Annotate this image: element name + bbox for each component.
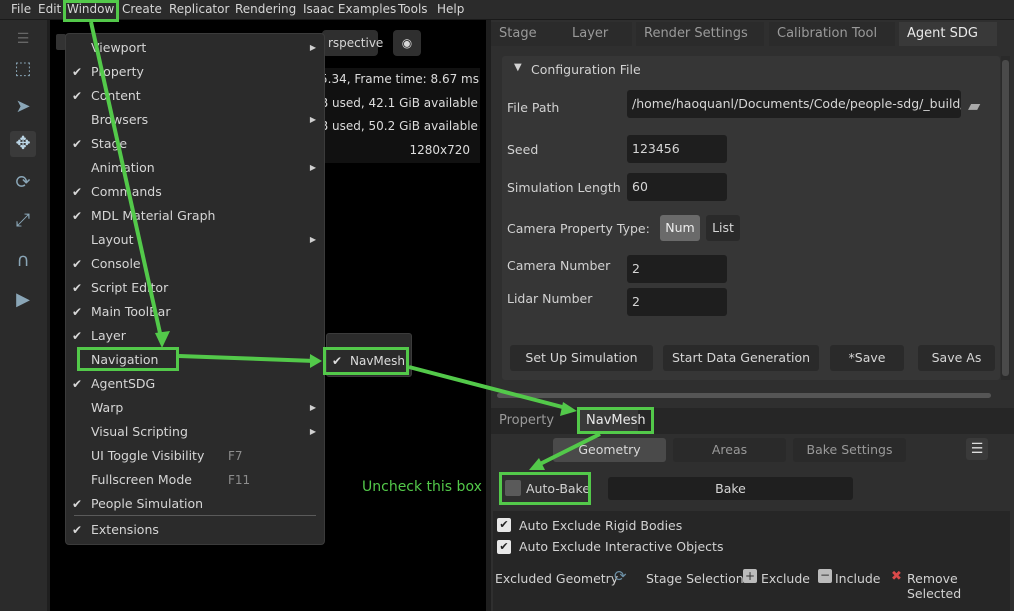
arrowhead-3 bbox=[560, 402, 577, 416]
annotation-arrows bbox=[89, 21, 601, 470]
arrowhead-2 bbox=[310, 354, 322, 368]
arrow-navmesh-to-tab bbox=[408, 365, 571, 411]
arrow-navigation-to-navmesh bbox=[178, 354, 316, 363]
arrow-tab-to-autobake bbox=[535, 432, 601, 468]
arrowhead-1 bbox=[155, 331, 170, 348]
arrow-window-to-navigation bbox=[89, 21, 164, 343]
